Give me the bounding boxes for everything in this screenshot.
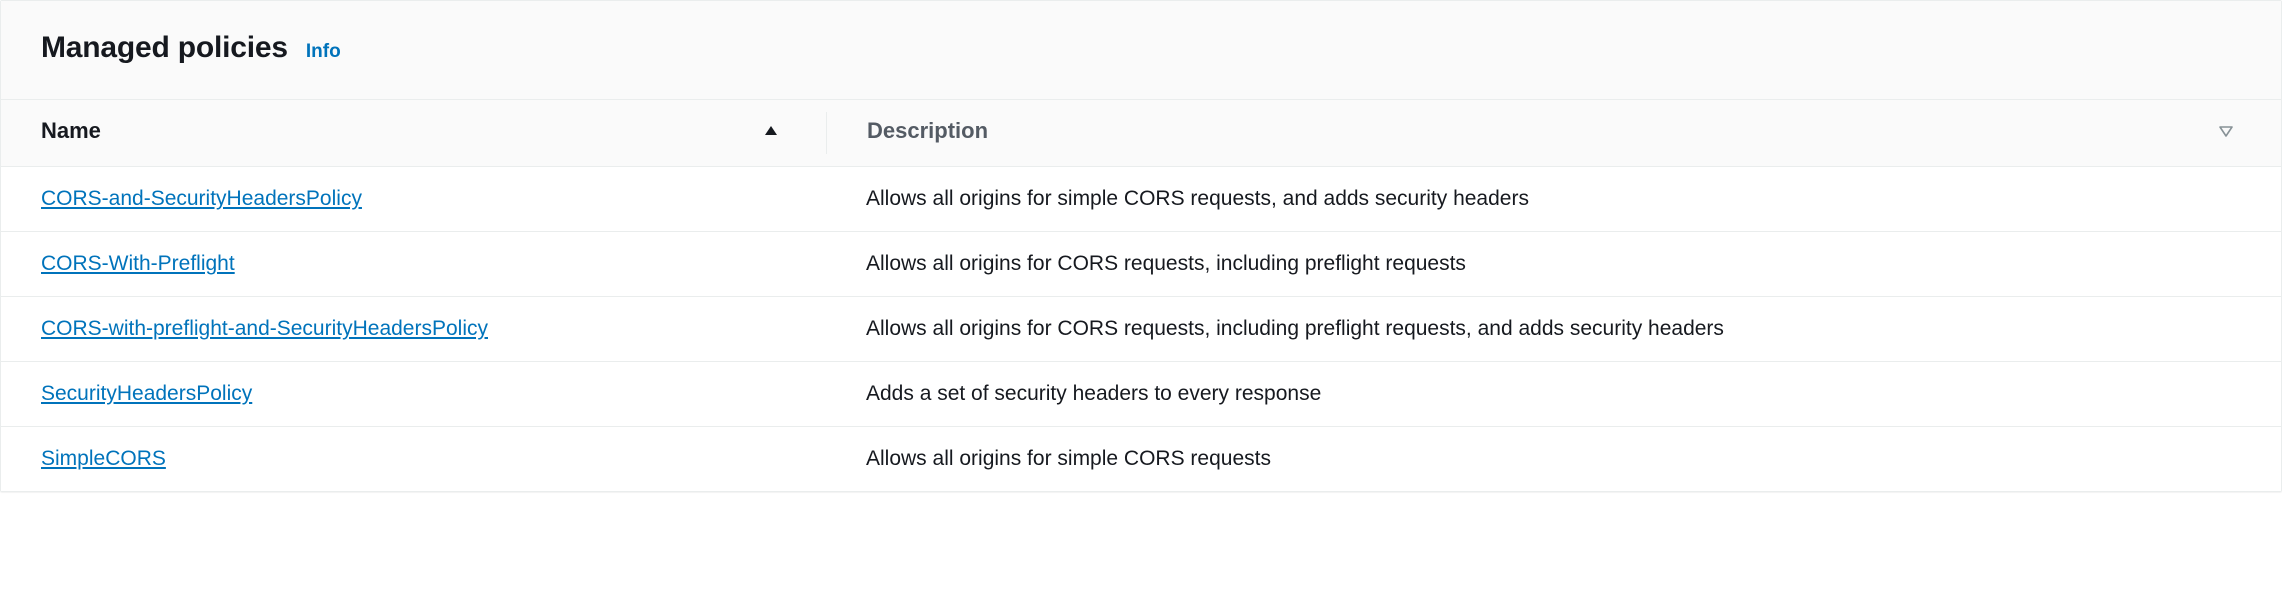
column-header-name-label: Name — [41, 118, 101, 144]
cell-description: Adds a set of security headers to every … — [826, 362, 2281, 426]
policy-link[interactable]: CORS-With-Preflight — [41, 252, 235, 275]
cell-name: CORS-with-preflight-and-SecurityHeadersP… — [1, 297, 826, 361]
table-row: CORS-with-preflight-and-SecurityHeadersP… — [1, 297, 2281, 362]
table-row: SimpleCORS Allows all origins for simple… — [1, 427, 2281, 491]
policy-link[interactable]: SimpleCORS — [41, 447, 166, 470]
policy-link[interactable]: CORS-and-SecurityHeadersPolicy — [41, 187, 362, 210]
column-header-description-label: Description — [867, 118, 988, 144]
column-header-description[interactable]: Description — [827, 100, 2281, 166]
panel-title: Managed policies — [41, 31, 288, 65]
panel-header: Managed policies Info — [1, 1, 2281, 99]
policy-link[interactable]: CORS-with-preflight-and-SecurityHeadersP… — [41, 317, 488, 340]
cell-description: Allows all origins for simple CORS reque… — [826, 167, 2281, 231]
cell-name: CORS-and-SecurityHeadersPolicy — [1, 167, 826, 231]
table-row: CORS-and-SecurityHeadersPolicy Allows al… — [1, 167, 2281, 232]
cell-name: CORS-With-Preflight — [1, 232, 826, 296]
sort-ascending-icon — [762, 122, 780, 140]
policy-link[interactable]: SecurityHeadersPolicy — [41, 382, 252, 405]
column-header-name[interactable]: Name — [1, 100, 826, 166]
info-link[interactable]: Info — [306, 41, 341, 63]
table-row: CORS-With-Preflight Allows all origins f… — [1, 232, 2281, 297]
cell-description: Allows all origins for CORS requests, in… — [826, 297, 2281, 361]
cell-description: Allows all origins for CORS requests, in… — [826, 232, 2281, 296]
sort-inactive-icon — [2217, 122, 2235, 140]
cell-name: SimpleCORS — [1, 427, 826, 491]
cell-name: SecurityHeadersPolicy — [1, 362, 826, 426]
table-header-row: Name Description — [1, 99, 2281, 167]
table-row: SecurityHeadersPolicy Adds a set of secu… — [1, 362, 2281, 427]
cell-description: Allows all origins for simple CORS reque… — [826, 427, 2281, 491]
managed-policies-panel: Managed policies Info Name Description C… — [0, 0, 2282, 492]
